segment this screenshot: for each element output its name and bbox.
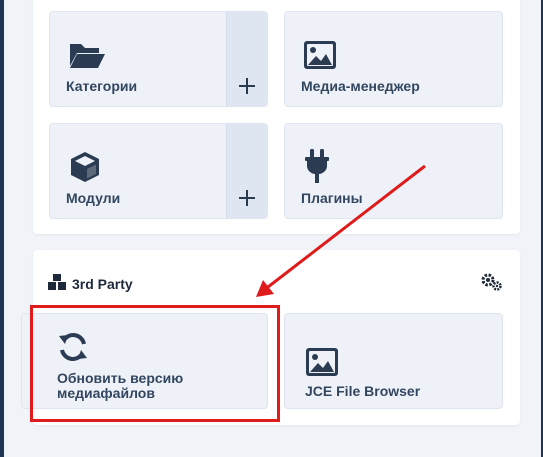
annotation-arrow (256, 164, 426, 297)
